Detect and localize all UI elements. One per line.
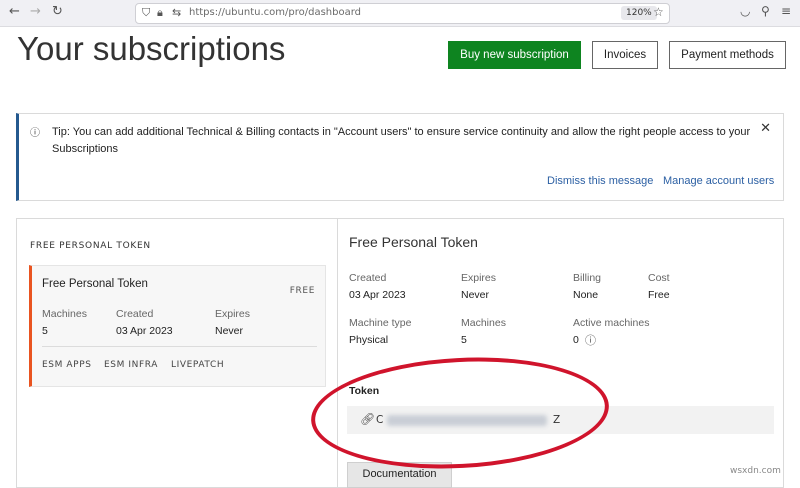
detail-expires-value: Never xyxy=(461,289,490,301)
machines-value: 5 xyxy=(42,325,48,337)
subscription-list: FREE PERSONAL TOKEN Free Personal Token … xyxy=(17,219,338,487)
pocket-icon[interactable]: ◡ xyxy=(740,4,750,18)
detail-created-label: Created xyxy=(349,272,387,284)
zoom-level-badge[interactable]: 120% xyxy=(621,6,657,20)
subscription-panel: FREE PERSONAL TOKEN Free Personal Token … xyxy=(16,218,784,488)
token-prefix: C xyxy=(376,414,384,426)
address-bar[interactable]: ⛉ 🔒︎ ⇆ https://ubuntu.com/pro/dashboard … xyxy=(135,3,670,24)
forward-icon[interactable]: → xyxy=(30,4,41,19)
back-icon[interactable]: ← xyxy=(9,4,20,19)
subscription-list-item[interactable]: Free Personal Token FREE Machines 5 Crea… xyxy=(29,265,326,387)
detail-cost-label: Cost xyxy=(648,272,670,284)
detail-created-value: 03 Apr 2023 xyxy=(349,289,406,301)
payment-methods-button[interactable]: Payment methods xyxy=(669,41,786,69)
dismiss-message-link[interactable]: Dismiss this message xyxy=(547,175,653,187)
buy-new-subscription-button[interactable]: Buy new subscription xyxy=(448,41,581,69)
token-field[interactable]: 🔗︎ C Z xyxy=(347,406,774,434)
created-value: 03 Apr 2023 xyxy=(116,325,173,337)
expires-value: Never xyxy=(215,325,244,337)
details-title: Free Personal Token xyxy=(349,234,478,250)
notification-message: Tip: You can add additional Technical & … xyxy=(52,126,751,155)
tip-notification: ⓘ Tip: You can add additional Technical … xyxy=(16,113,784,201)
documentation-button[interactable]: Documentation xyxy=(347,462,452,488)
browser-toolbar: ← → ↻ ⛉ 🔒︎ ⇆ https://ubuntu.com/pro/dash… xyxy=(0,0,800,27)
url-text[interactable]: https://ubuntu.com/pro/dashboard xyxy=(189,7,361,18)
watermark-text: wsxdn.com xyxy=(730,466,781,476)
permissions-icon[interactable]: ⇆ xyxy=(172,6,181,19)
token-label: Token xyxy=(349,385,380,397)
detail-active-machines-value: 0 xyxy=(573,334,579,346)
detail-billing-label: Billing xyxy=(573,272,602,284)
menu-icon[interactable]: ≡ xyxy=(781,4,791,18)
free-badge: FREE xyxy=(289,286,315,296)
invoices-button[interactable]: Invoices xyxy=(592,41,658,69)
detail-machines-value: 5 xyxy=(461,334,467,346)
page-title: Your subscriptions xyxy=(17,30,286,67)
link-icon: 🔗︎ xyxy=(360,412,376,426)
detail-machines-label: Machines xyxy=(461,317,506,329)
section-heading: FREE PERSONAL TOKEN xyxy=(30,241,151,251)
extensions-icon[interactable]: ⚲ xyxy=(761,4,770,18)
feature-tag-esm-apps: ESM APPS xyxy=(42,360,92,370)
machines-label: Machines xyxy=(42,308,87,320)
feature-tag-esm-infra: ESM INFRA xyxy=(104,360,159,370)
manage-account-users-link[interactable]: Manage account users xyxy=(663,175,774,187)
detail-active-machines-label: Active machines xyxy=(573,317,650,329)
close-icon[interactable]: ✕ xyxy=(760,121,771,136)
shield-icon[interactable]: ⛉ xyxy=(142,6,150,20)
detail-machine-type-value: Physical xyxy=(349,334,389,346)
detail-billing-value: None xyxy=(573,289,599,301)
detail-cost-value: Free xyxy=(648,289,670,301)
expires-label: Expires xyxy=(215,308,251,320)
bookmark-star-icon[interactable]: ☆ xyxy=(653,5,664,19)
reload-icon[interactable]: ↻ xyxy=(52,4,63,19)
detail-machine-type-label: Machine type xyxy=(349,317,412,329)
token-redacted xyxy=(387,415,547,426)
info-icon: ⓘ xyxy=(30,128,40,139)
divider xyxy=(42,346,317,347)
token-suffix: Z xyxy=(553,414,561,426)
subscription-details: Free Personal Token Created 03 Apr 2023 … xyxy=(337,219,783,488)
detail-expires-label: Expires xyxy=(461,272,497,284)
lock-icon[interactable]: 🔒︎ xyxy=(157,6,163,20)
created-label: Created xyxy=(116,308,154,320)
subscription-name: Free Personal Token xyxy=(42,278,148,290)
feature-tag-livepatch: LIVEPATCH xyxy=(171,360,225,370)
active-machines-info-icon[interactable]: ⓘ xyxy=(585,332,596,348)
